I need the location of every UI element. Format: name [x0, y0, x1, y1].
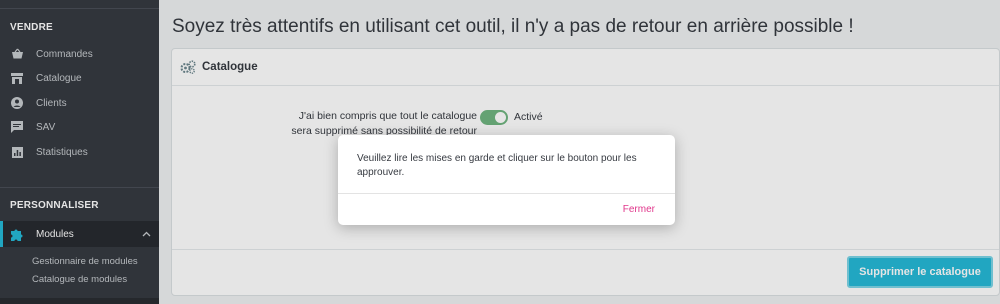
- dialog-divider: [338, 193, 675, 194]
- dialog-message: Veuillez lire les mises en garde et cliq…: [357, 153, 637, 178]
- alert-dialog: Veuillez lire les mises en garde et cliq…: [338, 135, 675, 225]
- close-button[interactable]: Fermer: [623, 204, 655, 215]
